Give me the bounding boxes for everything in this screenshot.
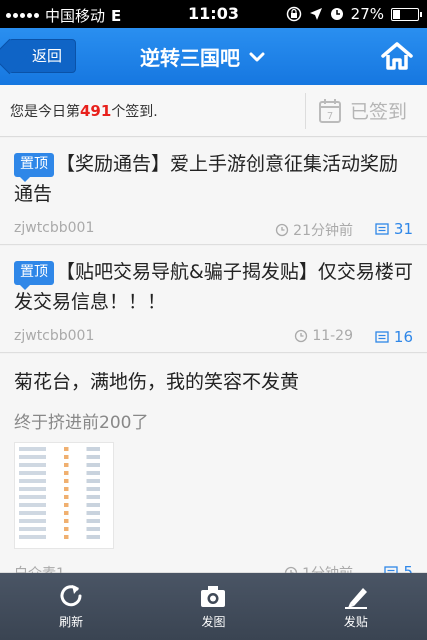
chevron-down-icon bbox=[249, 52, 265, 61]
camera-icon bbox=[201, 586, 226, 607]
signin-rank-text: 您是今日第491个签到. bbox=[10, 101, 158, 121]
status-bar: 中国移动 E 11:03 27% bbox=[0, 0, 427, 28]
svg-text:7: 7 bbox=[327, 111, 333, 122]
refresh-button[interactable]: 刷新 bbox=[0, 573, 142, 640]
post-meta: zjwtcbb001 11-29 16 bbox=[14, 328, 413, 348]
clock-icon bbox=[295, 329, 308, 343]
post-photo-label: 发图 bbox=[201, 615, 226, 629]
rotation-lock-icon bbox=[286, 6, 301, 22]
post-author: zjwtcbb001 bbox=[14, 328, 95, 344]
home-icon[interactable] bbox=[381, 41, 413, 71]
bottom-toolbar: 刷新 发图 发贴 bbox=[0, 573, 427, 640]
post-title: 菊花台，满地伤，我的笑容不发黄 bbox=[14, 367, 413, 397]
back-button[interactable]: 返回 bbox=[8, 39, 76, 73]
post-time: 21分钟前 bbox=[275, 220, 353, 240]
battery-percent: 27% bbox=[350, 5, 384, 23]
post-author: zjwtcbb001 bbox=[14, 220, 95, 236]
pencil-icon bbox=[344, 588, 367, 609]
post-title-text: 菊花台，满地伤，我的笑容不发黄 bbox=[14, 371, 300, 393]
post-item[interactable]: 置顶 【贴吧交易导航&骗子揭发贴】仅交易楼可发交易信息！！！ zjwtcbb001… bbox=[0, 246, 427, 353]
signed-in-button[interactable]: 7 已签到 bbox=[318, 97, 407, 124]
post-title: 置顶 【奖励通告】爱上手游创意征集活动奖励通告 bbox=[14, 149, 413, 209]
refresh-icon bbox=[60, 585, 82, 607]
calendar-icon: 7 bbox=[319, 98, 341, 123]
post-thumbnail[interactable] bbox=[14, 442, 114, 549]
signin-bar: 您是今日第491个签到. 7 已签到 bbox=[0, 85, 427, 137]
signed-in-label: 已签到 bbox=[350, 101, 408, 123]
post-excerpt: 终于挤进前200了 bbox=[14, 413, 149, 433]
refresh-label: 刷新 bbox=[59, 615, 84, 629]
post-photo-button[interactable]: 发图 bbox=[142, 573, 284, 640]
compose-button[interactable]: 发贴 bbox=[285, 573, 427, 640]
post-time-text: 11-29 bbox=[312, 328, 353, 344]
back-button-label: 返回 bbox=[31, 47, 62, 65]
pinned-badge: 置顶 bbox=[14, 261, 54, 290]
signin-suffix: 个签到. bbox=[111, 104, 158, 120]
post-item[interactable]: 置顶 【奖励通告】爱上手游创意征集活动奖励通告 zjwtcbb001 21分钟前 … bbox=[0, 138, 427, 245]
pinned-badge: 置顶 bbox=[14, 153, 54, 182]
post-title-text: 【奖励通告】爱上手游创意征集活动奖励通告 bbox=[14, 153, 399, 205]
nav-header: 返回 逆转三国吧 bbox=[0, 28, 427, 85]
signin-prefix: 您是今日第 bbox=[10, 104, 80, 120]
forum-title-dropdown[interactable]: 逆转三国吧 bbox=[140, 42, 266, 71]
signin-count: 491 bbox=[80, 102, 112, 120]
alarm-icon bbox=[330, 8, 343, 20]
post-title-text: 【贴吧交易导航&骗子揭发贴】仅交易楼可发交易信息！！！ bbox=[14, 261, 413, 313]
post-time-text: 21分钟前 bbox=[293, 223, 353, 239]
post-item[interactable]: 菊花台，满地伤，我的笑容不发黄 终于挤进前200了 白介素1 1分钟前 5 bbox=[0, 354, 427, 582]
reply-count: 16 bbox=[375, 328, 413, 346]
battery-icon bbox=[391, 7, 422, 21]
post-title: 置顶 【贴吧交易导航&骗子揭发贴】仅交易楼可发交易信息！！！ bbox=[14, 257, 413, 317]
reply-count-text: 16 bbox=[393, 328, 413, 346]
reply-count-text: 31 bbox=[393, 220, 413, 238]
comment-icon bbox=[375, 222, 389, 235]
divider bbox=[305, 93, 306, 129]
location-icon bbox=[309, 8, 322, 20]
forum-title: 逆转三国吧 bbox=[140, 46, 240, 70]
post-time: 11-29 bbox=[294, 328, 353, 344]
compose-label: 发贴 bbox=[343, 615, 368, 629]
reply-count: 31 bbox=[375, 220, 413, 238]
post-meta: zjwtcbb001 21分钟前 31 bbox=[14, 220, 413, 240]
comment-icon bbox=[375, 330, 389, 343]
clock-icon bbox=[276, 223, 289, 237]
